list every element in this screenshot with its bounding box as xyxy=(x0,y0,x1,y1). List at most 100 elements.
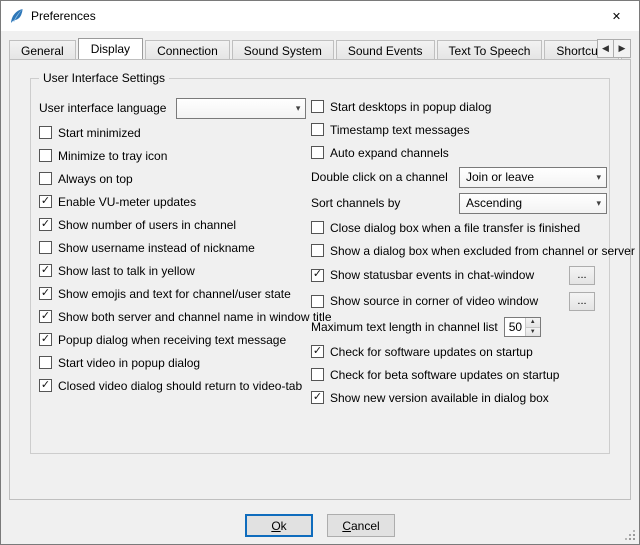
groupbox-title: User Interface Settings xyxy=(39,71,169,85)
checkbox-last-to-talk-yellow[interactable]: Show last to talk in yellow xyxy=(39,259,311,282)
checkbox-box[interactable] xyxy=(39,379,52,392)
max-text-length-row: Maximum text length in channel list 50 ▲… xyxy=(311,314,607,340)
checkbox-label: Close dialog box when a file transfer is… xyxy=(330,221,580,235)
checkbox-box[interactable] xyxy=(311,345,324,358)
statusbar-events-more-button[interactable]: ... xyxy=(569,266,595,285)
double-click-label: Double click on a channel xyxy=(311,170,448,184)
checkbox-check-updates[interactable]: Check for software updates on startup xyxy=(311,340,607,363)
double-click-row: Double click on a channel Join or leave … xyxy=(311,164,607,190)
checkbox-box[interactable] xyxy=(39,126,52,139)
checkbox-box[interactable] xyxy=(311,391,324,404)
tab-text-to-speech[interactable]: Text To Speech xyxy=(437,40,543,59)
checkbox-start-minimized[interactable]: Start minimized xyxy=(39,121,311,144)
checkbox-vu-meter[interactable]: Enable VU-meter updates xyxy=(39,190,311,213)
checkbox-server-channel-in-title[interactable]: Show both server and channel name in win… xyxy=(39,305,311,328)
tab-label: General xyxy=(21,44,64,58)
resize-grip[interactable] xyxy=(623,528,635,540)
checkbox-label: Check for software updates on startup xyxy=(330,345,533,359)
ok-button-label: Ok xyxy=(271,519,286,533)
checkbox-box[interactable] xyxy=(39,149,52,162)
titlebar: Preferences ✕ xyxy=(1,1,639,31)
checkbox-check-beta-updates[interactable]: Check for beta software updates on start… xyxy=(311,363,607,386)
checkbox-label: Popup dialog when receiving text message xyxy=(58,333,286,347)
checkbox-popup-text-message[interactable]: Popup dialog when receiving text message xyxy=(39,328,311,351)
tab-display[interactable]: Display xyxy=(78,38,143,59)
checkbox-desktops-popup[interactable]: Start desktops in popup dialog xyxy=(311,95,607,118)
checkbox-label: Closed video dialog should return to vid… xyxy=(58,379,302,393)
tab-label: Connection xyxy=(157,44,218,58)
spin-up-button[interactable]: ▲ xyxy=(526,318,540,327)
checkbox-dialog-when-excluded[interactable]: Show a dialog box when excluded from cha… xyxy=(311,239,607,262)
checkbox-box[interactable] xyxy=(311,123,324,136)
max-text-length-label: Maximum text length in channel list xyxy=(311,320,498,334)
checkbox-label: Show emojis and text for channel/user st… xyxy=(58,287,291,301)
double-click-dropdown[interactable]: Join or leave ▾ xyxy=(459,167,607,188)
checkbox-video-popup[interactable]: Start video in popup dialog xyxy=(39,351,311,374)
checkbox-label: Minimize to tray icon xyxy=(58,149,167,163)
close-button[interactable]: ✕ xyxy=(594,1,639,31)
tab-connection[interactable]: Connection xyxy=(145,40,230,59)
checkbox-auto-expand-channels[interactable]: Auto expand channels xyxy=(311,141,607,164)
checkbox-box[interactable] xyxy=(39,356,52,369)
right-column: Start desktops in popup dialog Timestamp… xyxy=(311,95,607,409)
user-interface-settings-group: User Interface Settings User interface l… xyxy=(30,78,610,454)
tab-scroll-right-button[interactable]: ▶ xyxy=(614,39,631,58)
checkbox-new-version-dialog[interactable]: Show new version available in dialog box xyxy=(311,386,607,409)
checkbox-box[interactable] xyxy=(39,310,52,323)
ok-button[interactable]: Ok xyxy=(245,514,313,537)
language-dropdown[interactable]: ▾ xyxy=(176,98,306,119)
checkbox-closed-video-return[interactable]: Closed video dialog should return to vid… xyxy=(39,374,311,397)
checkbox-box[interactable] xyxy=(39,241,52,254)
checkbox-label: Timestamp text messages xyxy=(330,123,470,137)
video-source-more-button[interactable]: ... xyxy=(569,292,595,311)
statusbar-events-row: Show statusbar events in chat-window ... xyxy=(311,262,607,288)
checkbox-timestamp-messages[interactable]: Timestamp text messages xyxy=(311,118,607,141)
checkbox-box[interactable] xyxy=(39,264,52,277)
checkbox-username-instead-nickname[interactable]: Show username instead of nickname xyxy=(39,236,311,259)
max-text-length-spinner[interactable]: 50 ▲ ▼ xyxy=(504,317,541,337)
spin-down-icon: ▼ xyxy=(530,329,536,335)
checkbox-label: Start desktops in popup dialog xyxy=(330,100,491,114)
video-source-corner-row: Show source in corner of video window ..… xyxy=(311,288,607,314)
spin-down-button[interactable]: ▼ xyxy=(526,327,540,337)
tab-general[interactable]: General xyxy=(9,40,76,59)
checkbox-box[interactable] xyxy=(311,368,324,381)
checkbox-emojis-text-state[interactable]: Show emojis and text for channel/user st… xyxy=(39,282,311,305)
checkbox-box[interactable] xyxy=(311,244,324,257)
checkbox-box[interactable] xyxy=(311,100,324,113)
checkbox-label: Show source in corner of video window xyxy=(330,294,538,308)
checkbox-box[interactable] xyxy=(39,195,52,208)
checkbox-label: Show both server and channel name in win… xyxy=(58,310,332,324)
checkbox-label: Start video in popup dialog xyxy=(58,356,200,370)
cancel-button[interactable]: Cancel xyxy=(327,514,395,537)
window-title: Preferences xyxy=(31,9,96,23)
checkbox-close-on-transfer-finished[interactable]: Close dialog box when a file transfer is… xyxy=(311,216,607,239)
checkbox-box[interactable] xyxy=(311,295,324,308)
checkbox-box[interactable] xyxy=(39,287,52,300)
scroll-right-icon: ▶ xyxy=(619,43,626,54)
tab-sound-system[interactable]: Sound System xyxy=(232,40,334,59)
tab-scrollers: ◀ ▶ xyxy=(597,39,631,58)
tab-label: Sound Events xyxy=(348,44,423,58)
checkbox-box[interactable] xyxy=(311,146,324,159)
checkbox-box[interactable] xyxy=(311,269,324,282)
checkbox-box[interactable] xyxy=(39,218,52,231)
sort-channels-label: Sort channels by xyxy=(311,196,400,210)
checkbox-always-on-top[interactable]: Always on top xyxy=(39,167,311,190)
checkbox-box[interactable] xyxy=(39,333,52,346)
checkbox-label: Show last to talk in yellow xyxy=(58,264,195,278)
tab-sound-events[interactable]: Sound Events xyxy=(336,40,435,59)
double-click-value: Join or leave xyxy=(466,170,534,184)
checkbox-label: Enable VU-meter updates xyxy=(58,195,196,209)
checkbox-label: Show statusbar events in chat-window xyxy=(330,268,534,282)
checkbox-box[interactable] xyxy=(39,172,52,185)
checkbox-label: Show new version available in dialog box xyxy=(330,391,549,405)
checkbox-minimize-to-tray[interactable]: Minimize to tray icon xyxy=(39,144,311,167)
language-row: User interface language ▾ xyxy=(39,95,311,121)
sort-channels-dropdown[interactable]: Ascending ▾ xyxy=(459,193,607,214)
tab-bar: General Display Connection Sound System … xyxy=(9,38,631,59)
tab-scroll-left-button[interactable]: ◀ xyxy=(597,39,614,58)
checkbox-show-user-count[interactable]: Show number of users in channel xyxy=(39,213,311,236)
dialog-buttons: Ok Cancel xyxy=(1,514,639,537)
checkbox-box[interactable] xyxy=(311,221,324,234)
